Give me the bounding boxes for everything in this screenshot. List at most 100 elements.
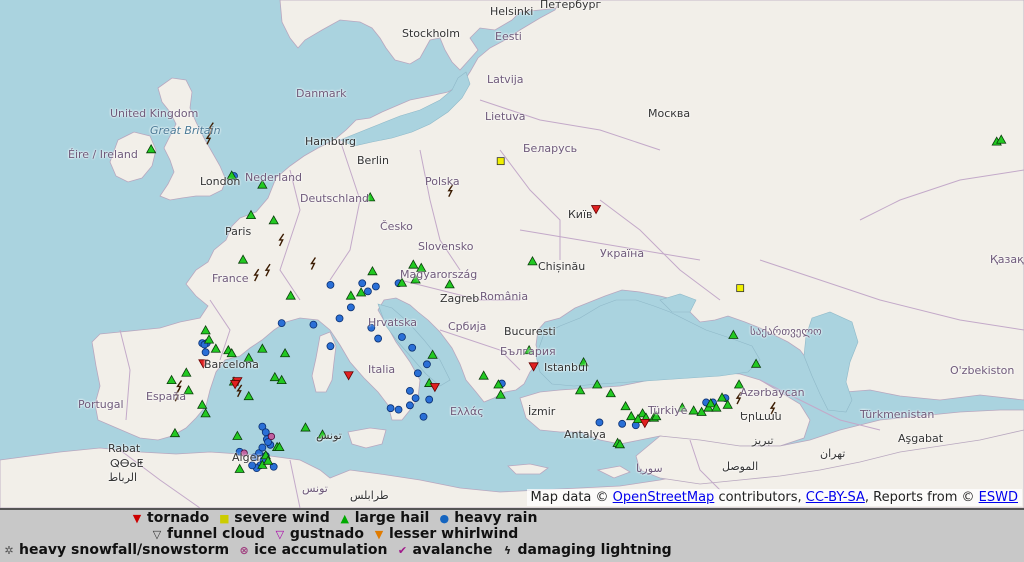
large-hail-marker[interactable]: [243, 390, 254, 401]
map-label-sea: Great Britain: [150, 124, 221, 137]
map-canvas[interactable]: Helsinki Петербург Stockholm Eesti Latvija Li…: [0, 0, 1024, 508]
heavy-rain-marker[interactable]: [277, 319, 286, 327]
legend-item-avalanche: ✔ avalanche: [395, 542, 493, 558]
legend-item-large-hail: ▲ large hail: [338, 510, 430, 526]
heavy-rain-marker[interactable]: [201, 348, 210, 357]
heavy-rain-marker[interactable]: [346, 303, 355, 312]
osm-link[interactable]: OpenStreetMap: [613, 490, 715, 505]
legend-item-ice-accumulation: ⊗ ice accumulation: [237, 542, 388, 558]
heavy-rain-marker[interactable]: [398, 333, 406, 341]
map-label-city: تونس: [316, 429, 342, 442]
tornado-icon: ▼: [132, 512, 142, 525]
heavy-rain-marker[interactable]: [419, 412, 428, 421]
legend-label: ice accumulation: [254, 542, 388, 558]
map-label-city: Stockholm: [402, 27, 460, 40]
gustnado-icon: ▽: [275, 528, 285, 541]
map-label-city: Berlin: [357, 154, 389, 167]
map-label-city: Петербург: [540, 0, 602, 11]
map-label-city: الرباط: [108, 471, 138, 484]
severe-wind-marker[interactable]: [736, 284, 745, 293]
legend-item-funnel-cloud: ▽ funnel cloud: [150, 526, 265, 542]
lesser-whirlwind-icon: ▼: [374, 528, 384, 541]
ice-accumulation-marker[interactable]: [267, 432, 276, 441]
severe-wind-marker[interactable]: [496, 157, 505, 166]
heavy-rain-marker[interactable]: [364, 287, 372, 296]
heavy-rain-marker[interactable]: [408, 343, 417, 352]
legend-label: funnel cloud: [167, 526, 265, 542]
land-corsica-sardinia: [311, 331, 337, 393]
legend-label: avalanche: [412, 542, 493, 558]
heavy-rain-marker[interactable]: [394, 405, 403, 414]
attribution-reports: , Reports from ©: [864, 490, 979, 505]
heavy-rain-marker[interactable]: [618, 419, 627, 428]
legend-item-gustnado: ▽ gustnado: [273, 526, 364, 542]
legend-label: severe wind: [234, 510, 330, 526]
large-hail-marker[interactable]: [728, 329, 739, 339]
tornado-marker[interactable]: [343, 371, 354, 381]
map-label-country: Latvija: [487, 73, 524, 86]
heavy-snowfall-snowstorm-icon: ✲: [4, 544, 14, 557]
large-hail-icon: ▲: [340, 512, 349, 525]
map-label-country: Magyarország: [400, 268, 478, 281]
heavy-rain-marker[interactable]: [371, 282, 380, 291]
map-label-country: O'zbekiston: [950, 364, 1015, 377]
large-hail-marker[interactable]: [279, 347, 291, 358]
heavy-rain-marker[interactable]: [406, 386, 414, 395]
license-link[interactable]: CC-BY-SA: [806, 490, 865, 505]
map-label-country: România: [480, 290, 529, 303]
avalanche-icon: ✔: [397, 544, 408, 557]
map-label-country: Қазақ: [990, 253, 1024, 266]
legend-item-heavy-rain: ● heavy rain: [437, 510, 537, 526]
map-label-country: საქართველო: [750, 325, 822, 338]
map-label-city: London: [200, 175, 241, 188]
map-label-city: تبریز: [752, 434, 774, 447]
legend-label: large hail: [354, 510, 430, 526]
map-label-city: طرابلس: [350, 489, 389, 502]
legend-item-heavy-snowfall-snowstorm: ✲ heavy snowfall/snowstorm: [2, 542, 229, 558]
land-cyprus: [596, 465, 631, 479]
heavy-rain-marker[interactable]: [595, 418, 604, 427]
heavy-rain-marker[interactable]: [406, 401, 414, 410]
heavy-rain-marker[interactable]: [261, 428, 270, 437]
heavy-rain-marker[interactable]: [335, 314, 344, 323]
map-label-country: Беларусь: [523, 142, 578, 155]
attribution-prefix: Map data ©: [530, 490, 613, 505]
heavy-rain-marker[interactable]: [413, 369, 422, 378]
large-hail-marker[interactable]: [232, 430, 243, 440]
map-label-country: France: [212, 272, 249, 285]
heavy-rain-marker[interactable]: [309, 320, 318, 329]
heavy-rain-marker[interactable]: [326, 342, 335, 351]
eswd-link[interactable]: ESWD: [979, 490, 1018, 505]
tornado-marker[interactable]: [429, 383, 441, 393]
map-label-city: Barcelona: [204, 358, 259, 371]
large-hail-marker[interactable]: [269, 371, 281, 382]
heavy-rain-marker[interactable]: [386, 404, 395, 413]
heavy-rain-icon: ●: [439, 512, 450, 525]
map-label-city: Երևան: [740, 410, 782, 423]
heavy-rain-marker[interactable]: [358, 279, 367, 288]
map-label-city: تهران: [820, 447, 846, 460]
legend-label: heavy rain: [454, 510, 538, 526]
land-crete: [507, 463, 549, 475]
legend-label: gustnado: [289, 526, 364, 542]
heavy-rain-marker[interactable]: [374, 334, 383, 343]
legend-row-2: ▽ funnel cloud ▽ gustnado ▼ lesser whirlwind: [150, 526, 526, 542]
heavy-rain-marker[interactable]: [423, 360, 431, 369]
map-label-country: تونس: [302, 482, 328, 495]
heavy-rain-marker[interactable]: [425, 395, 434, 404]
map-label-city: Aşgabat: [898, 432, 944, 445]
large-hail-marker[interactable]: [300, 422, 311, 432]
heavy-rain-marker[interactable]: [326, 280, 335, 289]
legend-row-1: ▼ tornado ■ severe wind ▲ large hail ● heavy ra…: [130, 510, 545, 526]
legend-label: damaging lightning: [517, 542, 672, 558]
map-label-country: Türkmenistan: [860, 408, 935, 421]
map-label-city: Rabat: [108, 442, 141, 455]
map-label-country: Eesti: [495, 30, 522, 43]
large-hail-marker[interactable]: [257, 343, 268, 353]
map-label-country: Türkiye: [648, 404, 688, 417]
legend-item-tornado: ▼ tornado: [130, 510, 210, 526]
map-label-country: Slovensko: [418, 240, 474, 253]
attribution-mid: contributors,: [714, 490, 806, 505]
heavy-rain-marker[interactable]: [411, 394, 420, 403]
damaging-lightning-marker[interactable]: [236, 384, 243, 398]
